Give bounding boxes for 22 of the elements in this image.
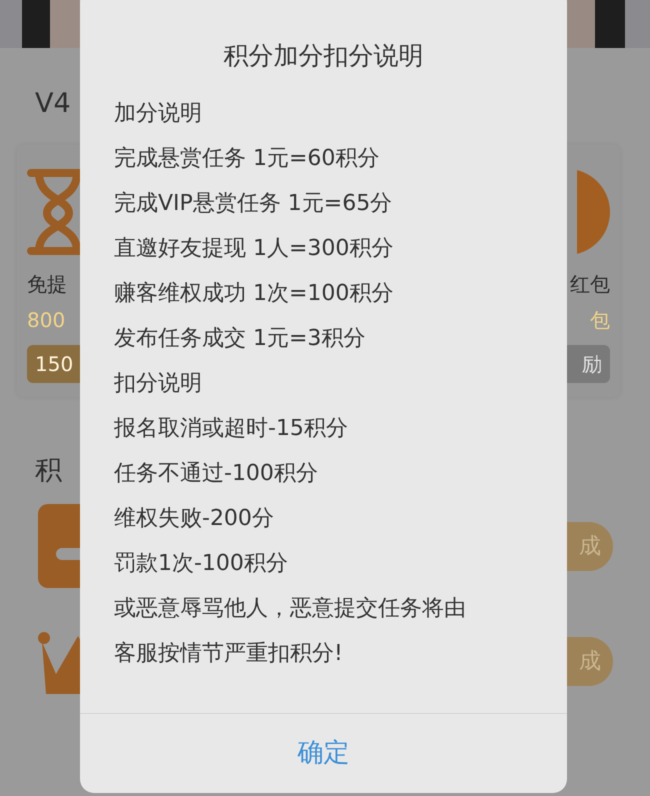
rule-text: 加分说明 <box>114 100 203 128</box>
rule-text: 发布任务成交 1元=3积分 <box>114 325 366 353</box>
rule-text: 直邀好友提现 1人=300积分 <box>114 235 394 263</box>
section-title: V4 <box>35 90 71 117</box>
rule-text: 维权失败-200分 <box>114 505 275 533</box>
list-icon <box>38 504 80 588</box>
card-title: 免提 <box>27 271 67 298</box>
hourglass-icon <box>27 169 80 255</box>
points-title: 积 <box>35 457 62 484</box>
rule-text: 任务不通过-100积分 <box>114 460 319 488</box>
rule-text: 扣分说明 <box>114 370 203 398</box>
rule-text: 完成悬赏任务 1元=60积分 <box>114 145 380 173</box>
card-title: 红包 <box>570 271 610 298</box>
rule-text: 或恶意辱骂他人，恶意提交任务将由客服按情节严重扣积分! <box>114 595 467 668</box>
card-amount: 包 <box>590 307 610 334</box>
rule-text: 完成VIP悬赏任务 1元=65分 <box>114 190 394 218</box>
card-amount: 800 <box>27 307 66 334</box>
dialog-title: 积分加分扣分说明 <box>222 41 424 71</box>
rule-text: 报名取消或超时-15积分 <box>114 415 349 443</box>
confirm-button[interactable]: 确定 <box>278 734 370 773</box>
rule-text: 罚款1次-100积分 <box>114 550 289 578</box>
rule-text: 赚客维权成功 1次=100积分 <box>114 280 394 308</box>
